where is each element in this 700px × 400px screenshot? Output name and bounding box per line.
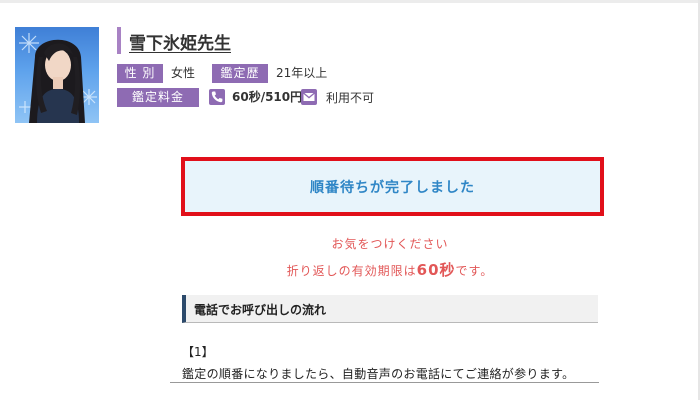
flow-step-divider xyxy=(170,382,599,383)
flow-section-title: 電話でお呼び出しの流れ xyxy=(194,303,327,317)
notice-expiry-duration: 60秒 xyxy=(416,261,456,279)
notice-expiry-text-after: です。 xyxy=(455,264,494,278)
flow-section-header: 電話でお呼び出しの流れ xyxy=(182,295,598,323)
callback-notice: お気をつけください 折り返しの有効期限は60秒です。 xyxy=(0,0,700,400)
notice-expiry: 折り返しの有効期限は60秒です。 xyxy=(0,259,700,280)
notice-caution: お気をつけください xyxy=(331,237,449,251)
flow-step-text: 鑑定の順番になりましたら、自動音声のお電話にてご連絡が参ります。 xyxy=(182,367,575,381)
flow-step-number: 【1】 xyxy=(182,345,214,359)
notice-expiry-text-before: 折り返しの有効期限は xyxy=(286,264,417,278)
